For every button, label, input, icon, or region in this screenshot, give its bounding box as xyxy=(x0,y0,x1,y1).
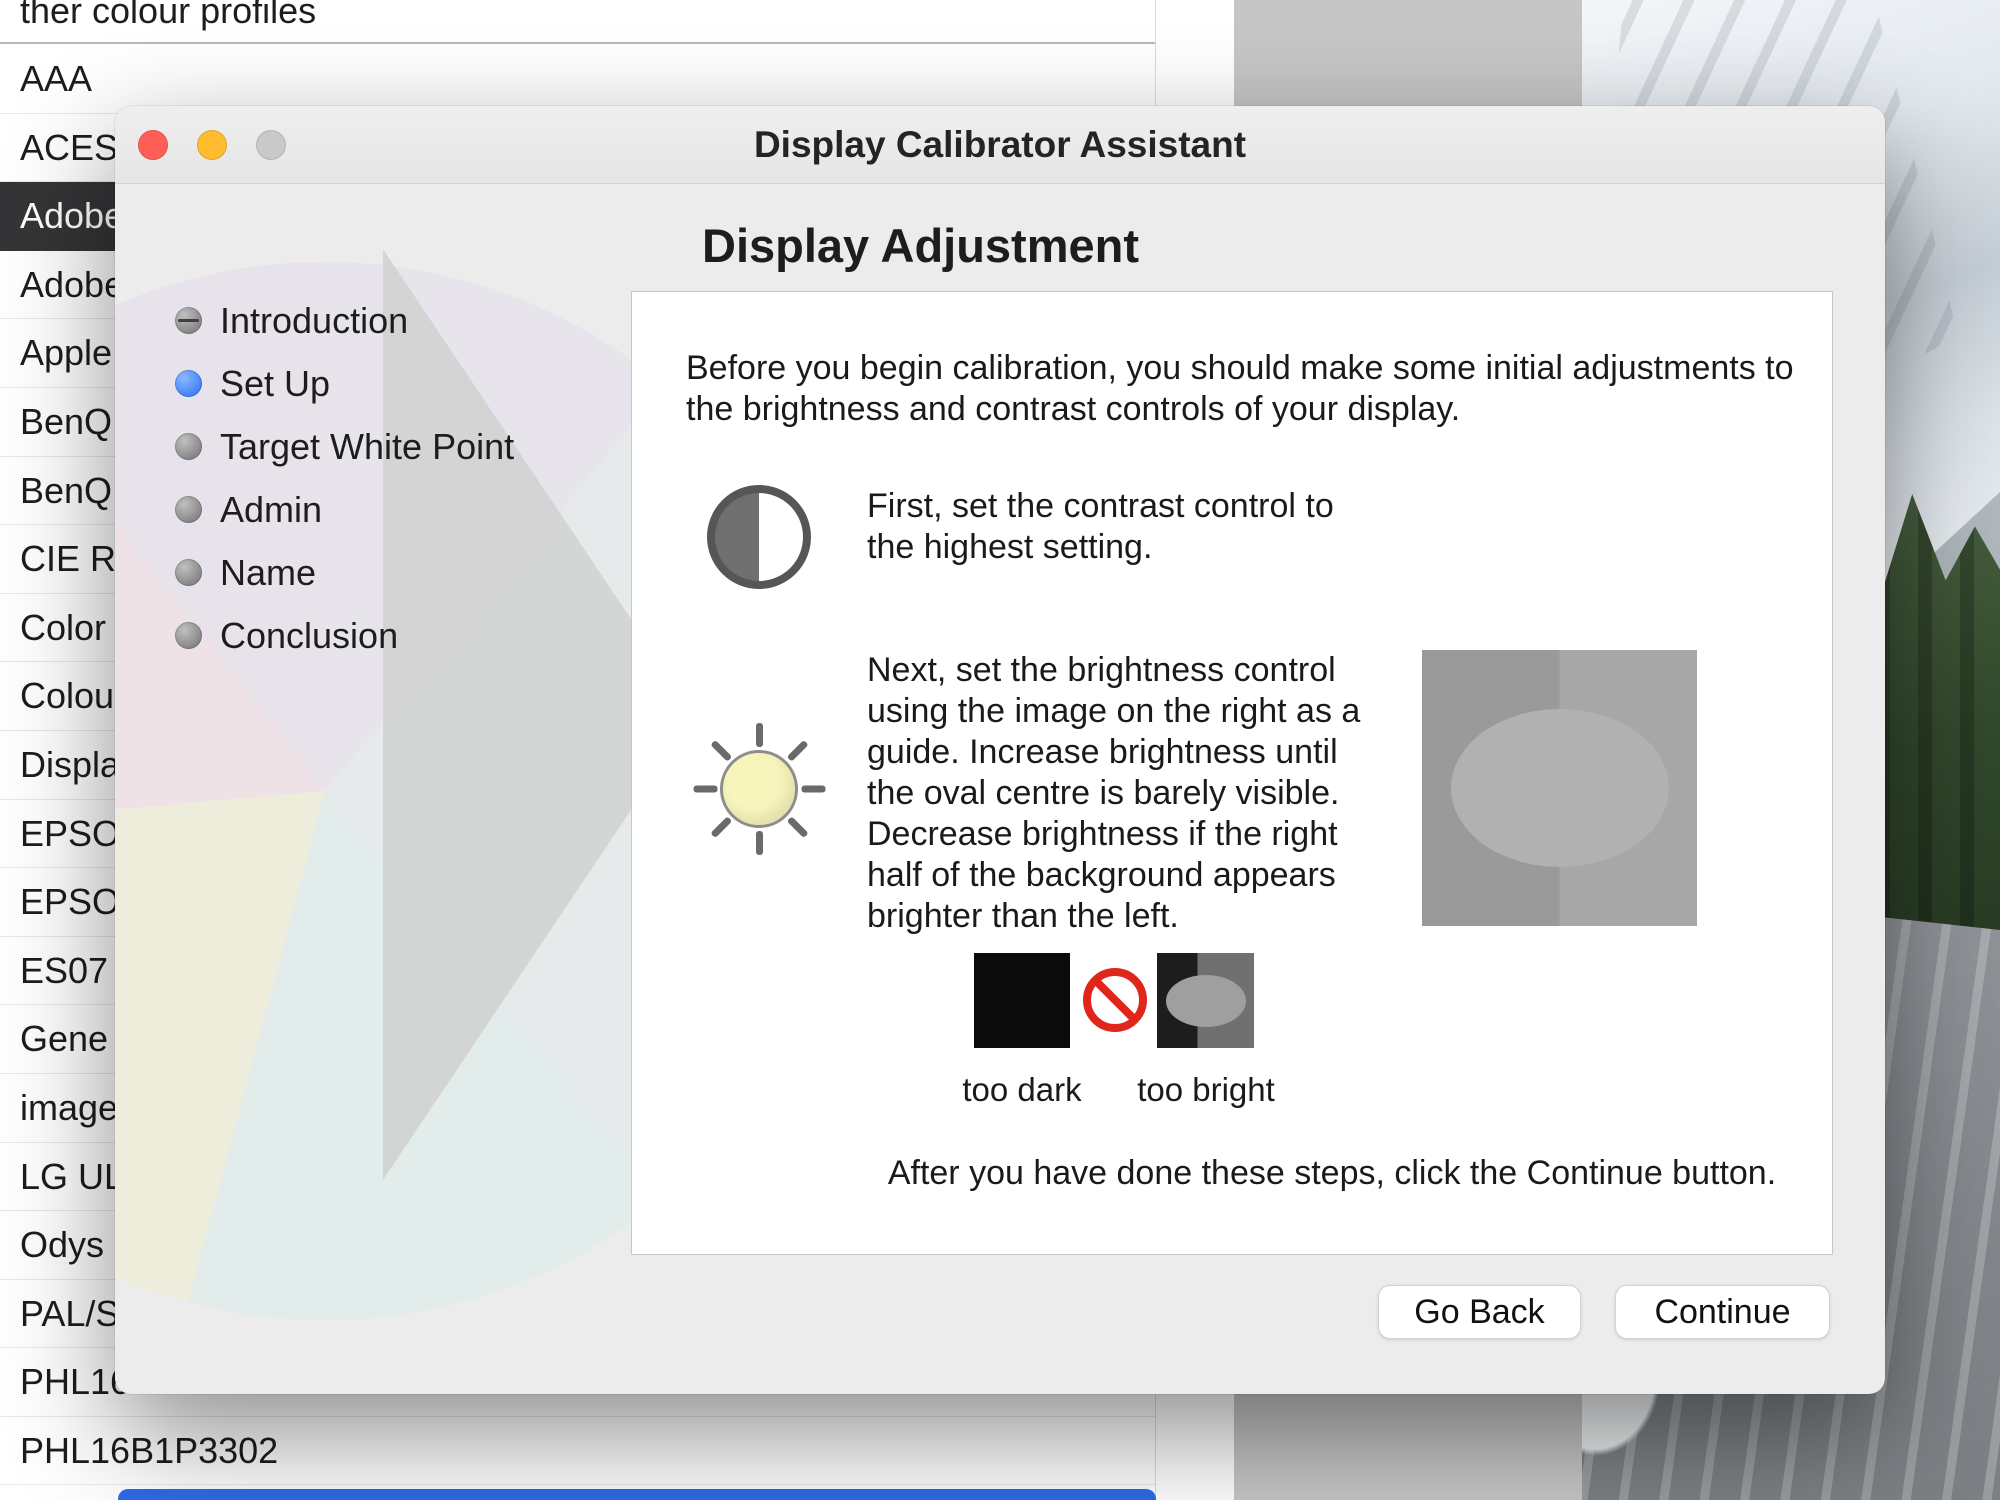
profile-list-item[interactable]: AAA xyxy=(0,45,1155,114)
sun-core xyxy=(720,750,798,828)
too-dark-label: too dark xyxy=(942,1071,1102,1109)
assistant-steps: Introduction Set Up Target White Point A… xyxy=(175,289,514,667)
continue-button[interactable]: Continue xyxy=(1615,1285,1830,1339)
too-bright-swatch xyxy=(1157,953,1254,1048)
step-name: Name xyxy=(175,541,514,604)
brightness-instruction: Next, set the brightness control using t… xyxy=(867,650,1372,937)
brightness-guide-image xyxy=(1422,650,1697,926)
step-label: Conclusion xyxy=(220,615,398,657)
step-label: Introduction xyxy=(220,300,408,342)
too-bright-label: too bright xyxy=(1121,1071,1291,1109)
step-pending-bullet-icon xyxy=(175,433,202,460)
continue-hint-text: After you have done these steps, click t… xyxy=(782,1154,1882,1193)
step-introduction: Introduction xyxy=(175,289,514,352)
zoom-button xyxy=(256,130,286,160)
step-label: Name xyxy=(220,552,316,594)
step-label: Set Up xyxy=(220,363,330,405)
minimize-button[interactable] xyxy=(197,130,227,160)
intro-text: Before you begin calibration, you should… xyxy=(686,348,1846,430)
step-conclusion: Conclusion xyxy=(175,604,514,667)
desktop-screen: ther colour profiles AAA ACES Adobe Adob… xyxy=(0,0,2000,1500)
profiles-section-header: ther colour profiles xyxy=(20,0,316,32)
prohibition-icon xyxy=(1083,968,1147,1032)
step-done-bullet-icon xyxy=(175,307,202,334)
step-pending-bullet-icon xyxy=(175,559,202,586)
profile-selection-highlight-partial[interactable] xyxy=(118,1489,1156,1500)
profile-list-item[interactable]: PHL16B1P3302 xyxy=(0,1417,1155,1486)
step-admin: Admin xyxy=(175,478,514,541)
go-back-button[interactable]: Go Back xyxy=(1378,1285,1581,1339)
brightness-sun-icon xyxy=(689,719,829,859)
contrast-instruction: First, set the contrast control to the h… xyxy=(867,486,1367,568)
profiles-header-divider xyxy=(0,42,1155,44)
guide-oval xyxy=(1451,709,1669,867)
step-pending-bullet-icon xyxy=(175,496,202,523)
too-dark-swatch xyxy=(974,953,1070,1048)
display-calibrator-assistant-window: Display Calibrator Assistant Display Adj… xyxy=(115,106,1885,1394)
content-panel: Before you begin calibration, you should… xyxy=(631,291,1833,1255)
step-label: Admin xyxy=(220,489,322,531)
page-title: Display Adjustment xyxy=(702,218,1139,273)
close-button[interactable] xyxy=(138,130,168,160)
window-title: Display Calibrator Assistant xyxy=(115,106,1885,183)
step-target-white-point: Target White Point xyxy=(175,415,514,478)
step-set-up: Set Up xyxy=(175,352,514,415)
too-bright-oval xyxy=(1166,975,1246,1027)
step-current-bullet-icon xyxy=(175,370,202,397)
contrast-icon xyxy=(707,485,811,589)
window-titlebar[interactable]: Display Calibrator Assistant xyxy=(115,106,1885,184)
step-pending-bullet-icon xyxy=(175,622,202,649)
step-label: Target White Point xyxy=(220,426,514,468)
